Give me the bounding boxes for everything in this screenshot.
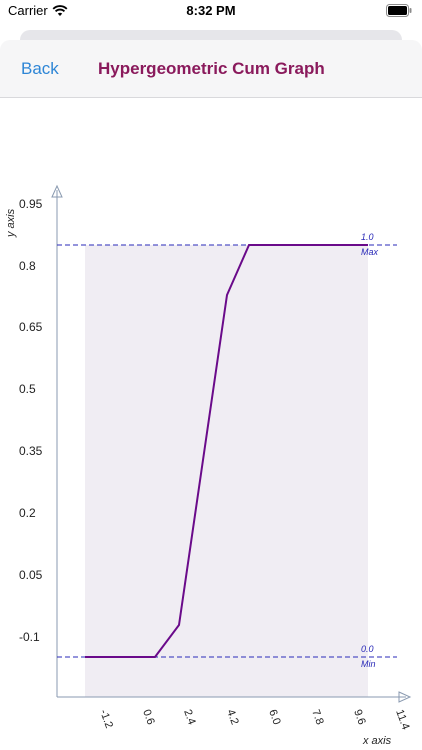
x-axis-title: x axis	[362, 735, 392, 747]
plot-area-fill	[85, 245, 368, 697]
reference-label-value: 1.0	[361, 232, 374, 242]
screen: Carrier 8:32 PM Back Hypergeometric Cum …	[0, 0, 422, 750]
reference-label-name: Max	[361, 247, 379, 257]
reference-label-name: Min	[361, 659, 376, 669]
y-axis-title: y axis	[5, 208, 17, 238]
x-tick-label: 9.6	[351, 708, 368, 726]
x-tick-label: -1.2	[97, 708, 115, 730]
reference-label-value: 0.0	[361, 644, 374, 654]
x-tick-label: 4.2	[224, 708, 241, 726]
x-tick-label: 11.4	[393, 708, 411, 731]
y-tick-label: 0.5	[19, 382, 36, 396]
y-tick-label: 0.35	[19, 444, 43, 458]
y-tick-label: 0.65	[19, 320, 43, 334]
x-tick-label: 2.4	[181, 708, 198, 726]
x-tick-label: 7.8	[309, 708, 326, 726]
chart: 0.95 0.8 0.65 0.5 0.35 0.2 0.05 -0.1 -1.2 0.6 2.4 4…	[5, 184, 412, 747]
y-tick-label: -0.1	[19, 630, 40, 644]
y-tick-label: 0.05	[19, 568, 43, 582]
x-tick-label: 6.0	[266, 708, 283, 726]
y-tick-label: 0.2	[19, 506, 36, 520]
x-tick-label: 0.6	[140, 708, 157, 726]
y-tick-label: 0.95	[19, 197, 43, 211]
y-tick-label: 0.8	[19, 259, 36, 273]
